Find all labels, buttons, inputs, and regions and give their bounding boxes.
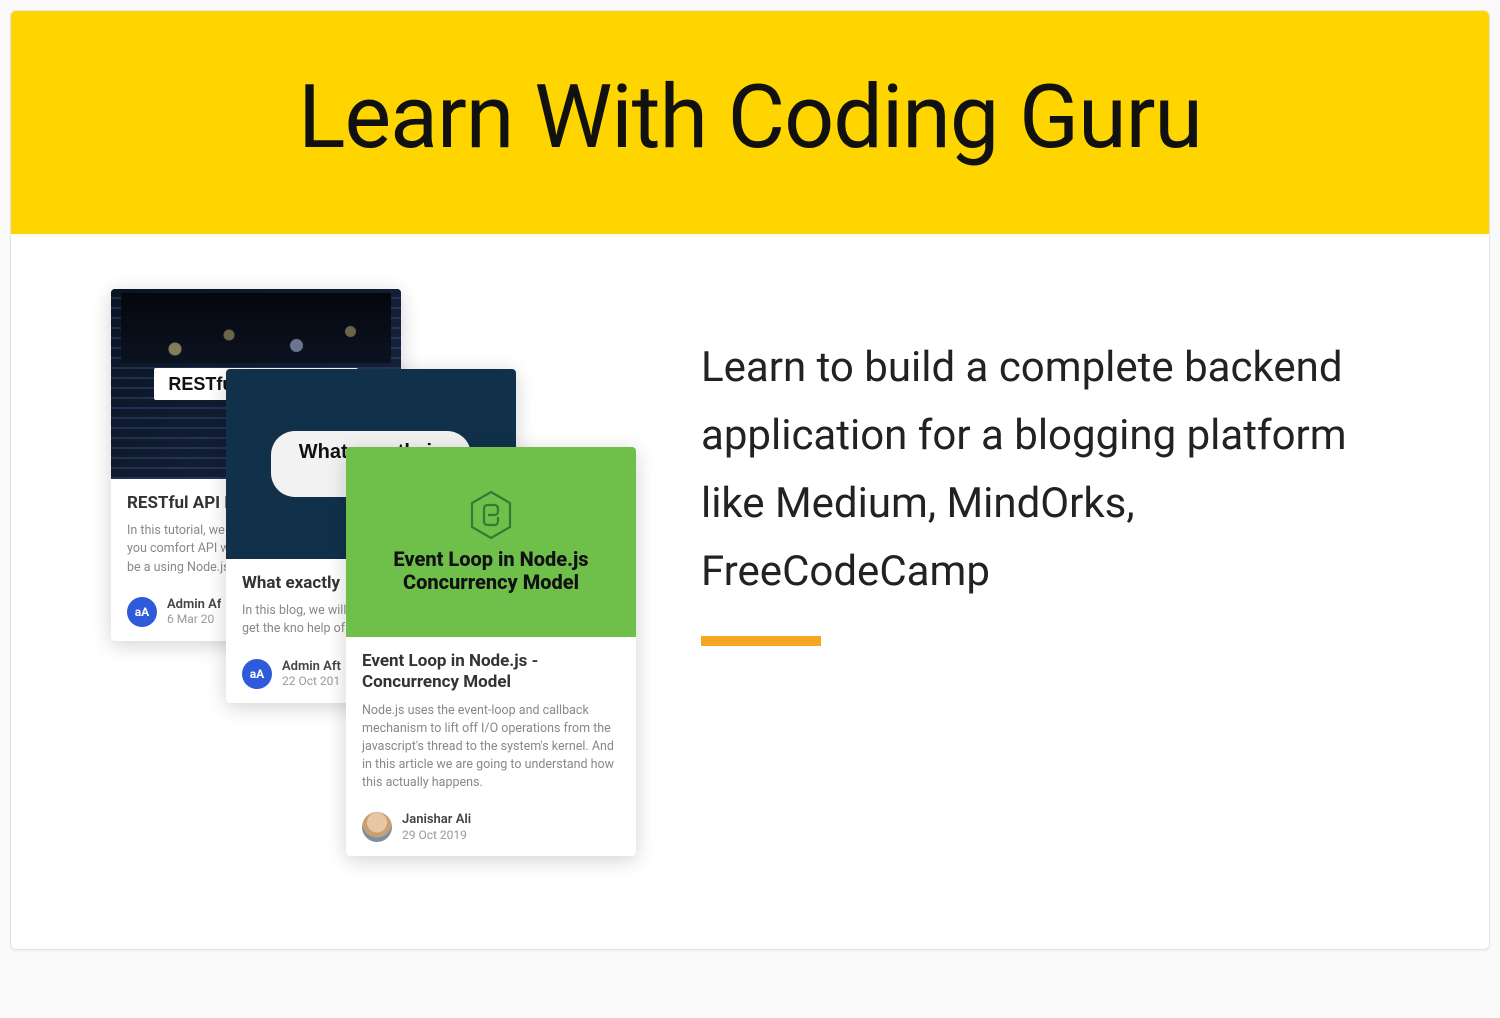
card-snippet: Node.js uses the event-loop and callback…	[362, 702, 620, 793]
page-card: Learn With Coding Guru RESTful API in No…	[10, 10, 1490, 950]
card-date: 22 Oct 201	[282, 674, 341, 688]
card-date: 29 Oct 2019	[402, 828, 471, 842]
card-date: 6 Mar 20	[167, 612, 221, 626]
cards-stack: RESTful API in Node RESTful API Express …	[101, 289, 661, 879]
avatar	[362, 812, 392, 842]
card-author: Admin Aft	[282, 659, 341, 675]
avatar: aA	[127, 597, 157, 627]
cover-reflection	[121, 293, 391, 363]
hero-text: Learn to build a complete backend applic…	[701, 334, 1419, 606]
card-cover: Event Loop in Node.js Concurrency Model	[346, 447, 636, 637]
accent-bar	[701, 636, 821, 646]
content-row: RESTful API in Node RESTful API Express …	[11, 234, 1489, 949]
banner-title: Learn With Coding Guru	[31, 66, 1469, 169]
avatar: aA	[242, 659, 272, 689]
article-card[interactable]: Event Loop in Node.js Concurrency Model …	[346, 447, 636, 856]
nodejs-icon	[469, 490, 513, 540]
banner: Learn With Coding Guru	[11, 11, 1489, 234]
card-author: Admin Af	[167, 597, 221, 613]
card-author: Janishar Ali	[402, 812, 471, 828]
card-body: Event Loop in Node.js - Concurrency Mode…	[346, 637, 636, 802]
hero-text-block: Learn to build a complete backend applic…	[701, 289, 1419, 646]
card-title: Event Loop in Node.js - Concurrency Mode…	[362, 651, 620, 694]
card-cover-label: Event Loop in Node.js Concurrency Model	[358, 548, 624, 594]
card-meta: Janishar Ali 29 Oct 2019	[346, 802, 636, 856]
